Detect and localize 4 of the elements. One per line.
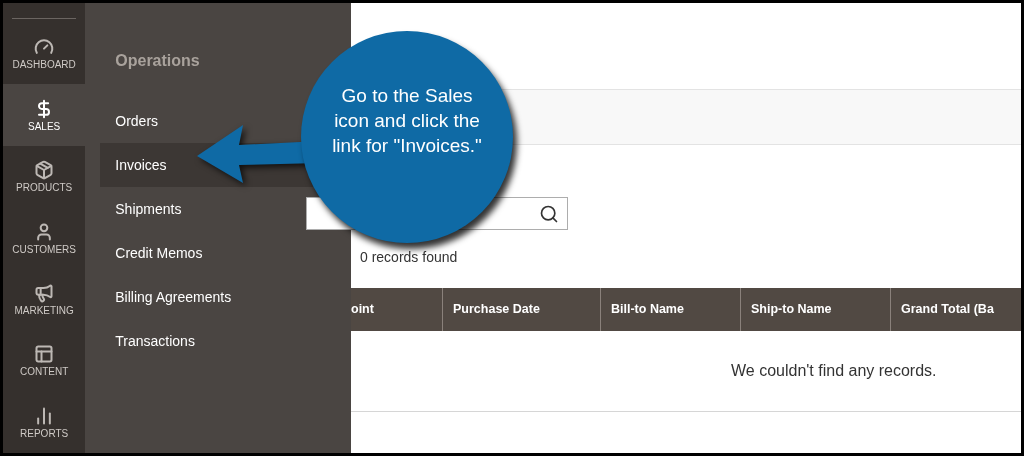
records-count: 0 records found [359,248,459,267]
empty-message: We couldn't find any records. [731,361,937,381]
callout-text: Go to the Sales icon and click the link for "Invoices." [331,84,483,158]
menu-heading: Operations [114,51,201,71]
